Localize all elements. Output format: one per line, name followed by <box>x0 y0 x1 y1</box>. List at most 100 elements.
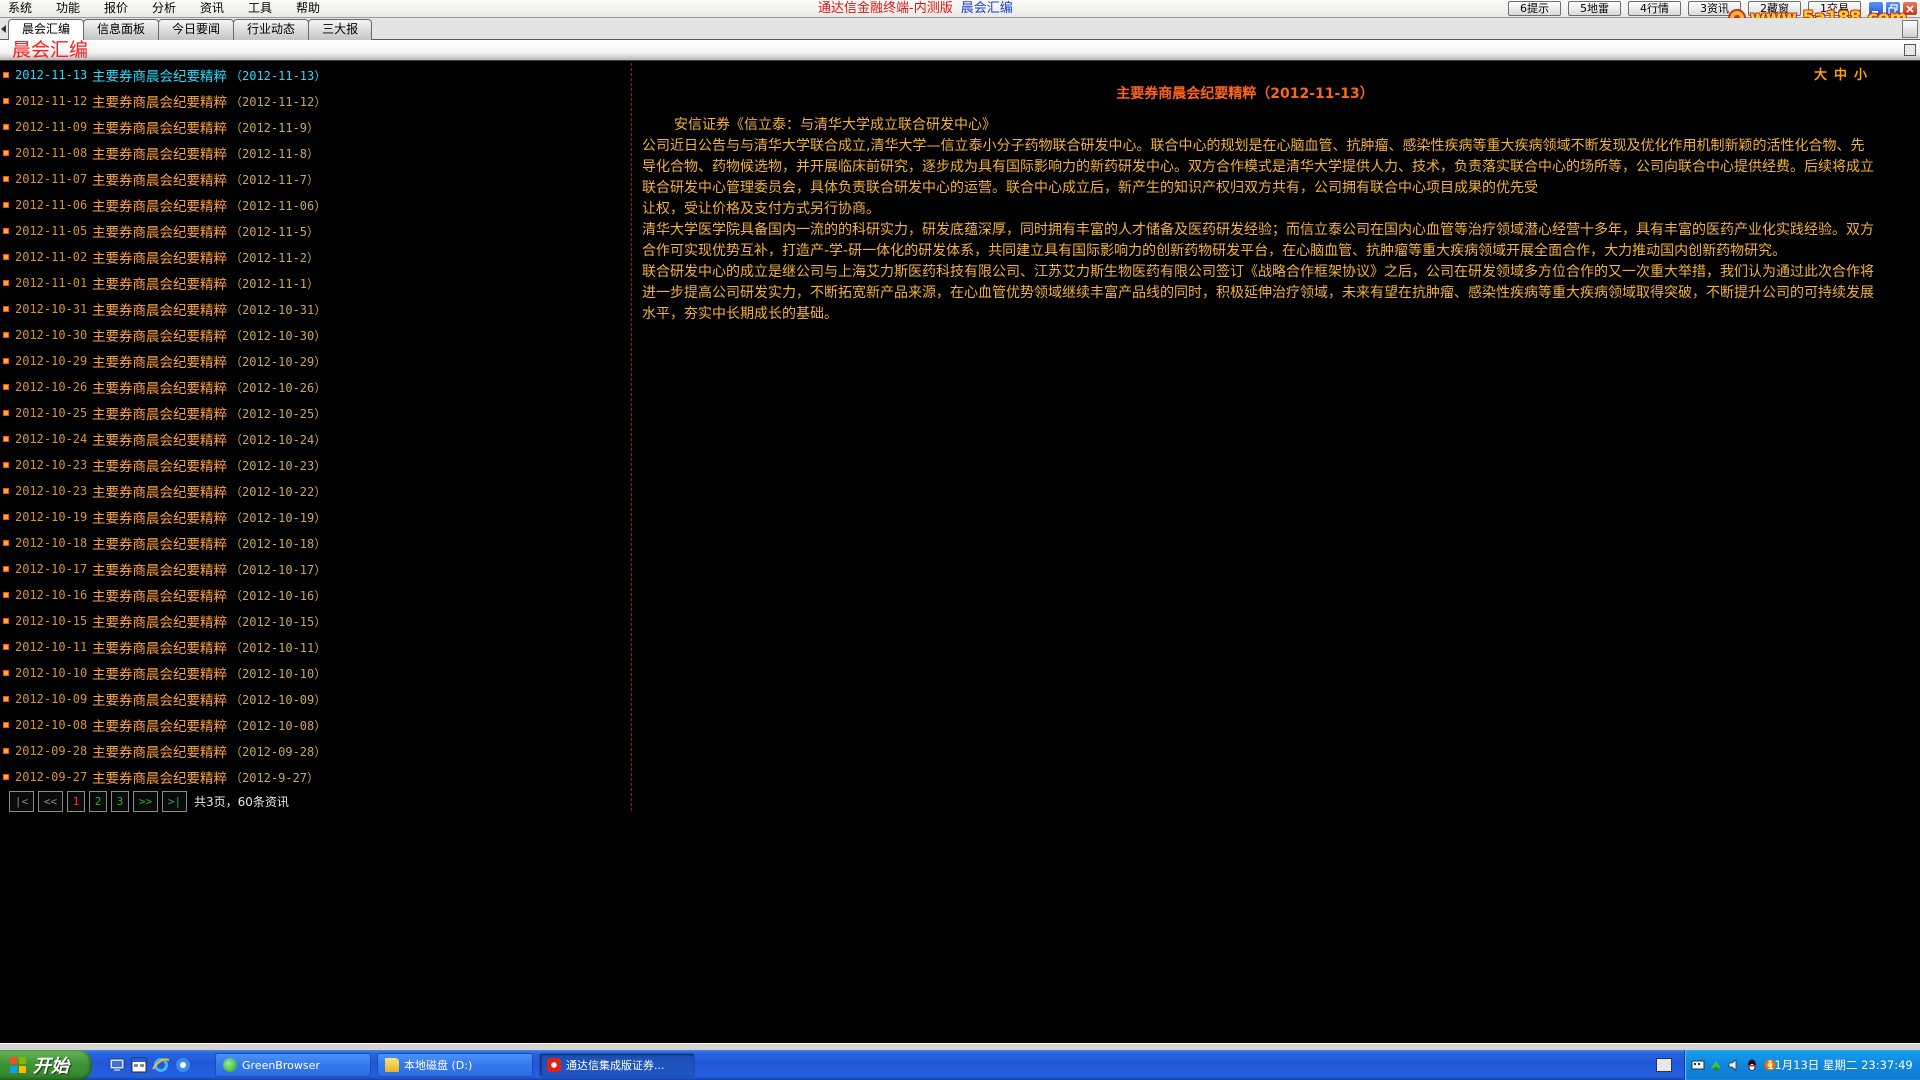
page-number-button[interactable]: 1 <box>67 790 85 812</box>
news-list-item[interactable]: 2012-10-08 主要券商晨会纪要精粹 （2012-10-08） <box>0 712 630 738</box>
news-list-item[interactable]: 2012-10-15 主要券商晨会纪要精粹 （2012-10-15） <box>0 608 630 634</box>
window-switch-icon[interactable] <box>130 1056 148 1074</box>
network-icon[interactable] <box>1709 1058 1723 1072</box>
tab-scroll-left-icon[interactable] <box>1 25 6 33</box>
news-title-link[interactable]: 主要券商晨会纪要精粹 <box>92 65 227 85</box>
news-list-item[interactable]: 2012-09-28 主要券商晨会纪要精粹 （2012-09-28） <box>0 738 630 764</box>
news-list-item[interactable]: 2012-11-07 主要券商晨会纪要精粹 （2012-11-7） <box>0 166 630 192</box>
news-list-item[interactable]: 2012-10-17 主要券商晨会纪要精粹 （2012-10-17） <box>0 556 630 582</box>
news-title-link[interactable]: 主要券商晨会纪要精粹 <box>92 585 227 605</box>
page-number-button[interactable]: 2 <box>89 790 107 812</box>
quick-function-button[interactable]: 6提示 <box>1508 1 1561 16</box>
browser-icon[interactable] <box>174 1056 192 1074</box>
quick-function-button[interactable]: 5地雷 <box>1568 1 1621 16</box>
last-page-button[interactable]: >| <box>162 790 187 812</box>
menu-item[interactable]: 资讯 <box>200 0 248 17</box>
quick-function-button[interactable]: 1交易 <box>1808 1 1861 16</box>
news-title-link[interactable]: 主要券商晨会纪要精粹 <box>92 143 227 163</box>
news-list-item[interactable]: 2012-11-01 主要券商晨会纪要精粹 （2012-11-1） <box>0 270 630 296</box>
start-button[interactable]: 开始 <box>0 1050 92 1080</box>
menu-item[interactable]: 分析 <box>152 0 200 17</box>
news-title-link[interactable]: 主要券商晨会纪要精粹 <box>92 169 227 189</box>
next-page-button[interactable]: >> <box>133 790 158 812</box>
news-list-item[interactable]: 2012-11-09 主要券商晨会纪要精粹 （2012-11-9） <box>0 114 630 140</box>
font-size-option[interactable]: 小 <box>1854 64 1867 83</box>
font-size-option[interactable]: 大 <box>1814 64 1827 83</box>
previous-page-button[interactable]: << <box>38 790 63 812</box>
news-title-link[interactable]: 主要券商晨会纪要精粹 <box>92 741 227 761</box>
news-title-link[interactable]: 主要券商晨会纪要精粹 <box>92 195 227 215</box>
news-title-link[interactable]: 主要券商晨会纪要精粹 <box>92 689 227 709</box>
taskbar-clock[interactable]: 11月13日 星期二 23:37:49 <box>1767 1050 1913 1080</box>
news-list-item[interactable]: 2012-10-10 主要券商晨会纪要精粹 （2012-10-10） <box>0 660 630 686</box>
news-list-item[interactable]: 2012-10-16 主要券商晨会纪要精粹 （2012-10-16） <box>0 582 630 608</box>
news-list-item[interactable]: 2012-10-11 主要券商晨会纪要精粹 （2012-10-11） <box>0 634 630 660</box>
news-title-link[interactable]: 主要券商晨会纪要精粹 <box>92 429 227 449</box>
news-list-item[interactable]: 2012-10-26 主要券商晨会纪要精粹 （2012-10-26） <box>0 374 630 400</box>
minimize-button[interactable] <box>1868 1 1884 16</box>
language-bar-icon[interactable] <box>1691 1058 1705 1072</box>
qq-icon[interactable] <box>1745 1058 1759 1072</box>
news-title-link[interactable]: 主要券商晨会纪要精粹 <box>92 507 227 527</box>
tab[interactable]: 行业动态 <box>233 19 310 40</box>
news-title-link[interactable]: 主要券商晨会纪要精粹 <box>92 117 227 137</box>
speaker-icon[interactable] <box>1727 1058 1741 1072</box>
quick-function-button[interactable]: 4行情 <box>1628 1 1681 16</box>
panel-layout-icon[interactable] <box>1904 44 1916 56</box>
news-title-link[interactable]: 主要券商晨会纪要精粹 <box>92 351 227 371</box>
news-list-item[interactable]: 2012-11-13 主要券商晨会纪要精粹 （2012-11-13） <box>0 62 630 88</box>
news-title-link[interactable]: 主要券商晨会纪要精粹 <box>92 637 227 657</box>
news-title-link[interactable]: 主要券商晨会纪要精粹 <box>92 403 227 423</box>
news-list-item[interactable]: 2012-11-08 主要券商晨会纪要精粹 （2012-11-8） <box>0 140 630 166</box>
tab[interactable]: 三大报 <box>308 19 373 40</box>
taskbar-task-button[interactable]: 本地磁盘 (D:) <box>377 1053 533 1077</box>
panel-switch-button[interactable] <box>1902 20 1918 38</box>
keyboard-icon[interactable] <box>1656 1058 1672 1072</box>
ie-icon[interactable] <box>152 1056 170 1074</box>
close-button[interactable] <box>1902 1 1918 16</box>
menu-item[interactable]: 系统 <box>8 0 56 17</box>
news-list-item[interactable]: 2012-10-23 主要券商晨会纪要精粹 （2012-10-23） <box>0 452 630 478</box>
tab[interactable]: 晨会汇编 <box>8 19 85 40</box>
news-list-item[interactable]: 2012-10-18 主要券商晨会纪要精粹 （2012-10-18） <box>0 530 630 556</box>
tab[interactable]: 今日要闻 <box>158 19 235 40</box>
taskbar-task-button[interactable]: GreenBrowser <box>215 1053 371 1077</box>
page-number-button[interactable]: 3 <box>111 790 129 812</box>
show-desktop-icon[interactable] <box>108 1056 126 1074</box>
first-page-button[interactable]: |< <box>9 790 34 812</box>
news-title-link[interactable]: 主要券商晨会纪要精粹 <box>92 663 227 683</box>
news-title-link[interactable]: 主要券商晨会纪要精粹 <box>92 455 227 475</box>
news-title-link[interactable]: 主要券商晨会纪要精粹 <box>92 377 227 397</box>
menu-item[interactable]: 报价 <box>104 0 152 17</box>
news-title-link[interactable]: 主要券商晨会纪要精粹 <box>92 299 227 319</box>
menu-item[interactable]: 工具 <box>248 0 296 17</box>
news-list-item[interactable]: 2012-10-24 主要券商晨会纪要精粹 （2012-10-24） <box>0 426 630 452</box>
news-list-item[interactable]: 2012-10-09 主要券商晨会纪要精粹 （2012-10-09） <box>0 686 630 712</box>
font-size-option[interactable]: 中 <box>1834 64 1847 83</box>
menu-item[interactable]: 功能 <box>56 0 104 17</box>
news-title-link[interactable]: 主要券商晨会纪要精粹 <box>92 247 227 267</box>
news-list-item[interactable]: 2012-10-30 主要券商晨会纪要精粹 （2012-10-30） <box>0 322 630 348</box>
news-title-link[interactable]: 主要券商晨会纪要精粹 <box>92 91 227 111</box>
news-list-item[interactable]: 2012-10-25 主要券商晨会纪要精粹 （2012-10-25） <box>0 400 630 426</box>
news-title-link[interactable]: 主要券商晨会纪要精粹 <box>92 221 227 241</box>
quick-function-button[interactable]: 2藏窗 <box>1748 1 1801 16</box>
news-list-item[interactable]: 2012-10-23 主要券商晨会纪要精粹 （2012-10-22） <box>0 478 630 504</box>
news-title-link[interactable]: 主要券商晨会纪要精粹 <box>92 325 227 345</box>
news-title-link[interactable]: 主要券商晨会纪要精粹 <box>92 273 227 293</box>
news-title-link[interactable]: 主要券商晨会纪要精粹 <box>92 559 227 579</box>
news-title-link[interactable]: 主要券商晨会纪要精粹 <box>92 767 227 787</box>
news-list-item[interactable]: 2012-11-12 主要券商晨会纪要精粹 （2012-11-12） <box>0 88 630 114</box>
menu-item[interactable]: 帮助 <box>296 0 344 17</box>
news-title-link[interactable]: 主要券商晨会纪要精粹 <box>92 533 227 553</box>
restore-button[interactable] <box>1885 1 1901 16</box>
news-list-item[interactable]: 2012-11-05 主要券商晨会纪要精粹 （2012-11-5） <box>0 218 630 244</box>
quick-function-button[interactable]: 3资讯 <box>1688 1 1741 16</box>
news-title-link[interactable]: 主要券商晨会纪要精粹 <box>92 715 227 735</box>
news-list-item[interactable]: 2012-10-31 主要券商晨会纪要精粹 （2012-10-31） <box>0 296 630 322</box>
news-list-item[interactable]: 2012-11-06 主要券商晨会纪要精粹 （2012-11-06） <box>0 192 630 218</box>
news-list-item[interactable]: 2012-09-27 主要券商晨会纪要精粹 （2012-9-27） <box>0 764 630 790</box>
news-list-item[interactable]: 2012-10-29 主要券商晨会纪要精粹 （2012-10-29） <box>0 348 630 374</box>
news-title-link[interactable]: 主要券商晨会纪要精粹 <box>92 611 227 631</box>
tab[interactable]: 信息面板 <box>83 19 160 40</box>
